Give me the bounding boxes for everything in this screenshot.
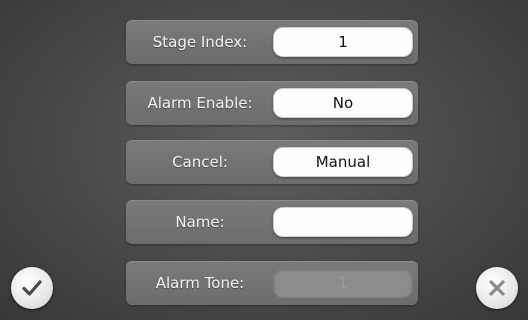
name-label: Name: xyxy=(175,213,225,231)
checkmark-icon xyxy=(22,280,42,296)
cancel-field[interactable]: Manual xyxy=(273,147,413,177)
stage-index-label: Stage Index: xyxy=(152,33,248,51)
alarm-tone-label: Alarm Tone: xyxy=(155,274,245,292)
close-button[interactable] xyxy=(476,267,518,309)
alarm-enable-row: Alarm Enable: No xyxy=(126,81,418,125)
close-icon xyxy=(489,280,505,296)
alarm-tone-field: 1 xyxy=(273,268,413,298)
stage-index-row: Stage Index: 1 xyxy=(126,20,418,64)
stage-index-field[interactable]: 1 xyxy=(273,27,413,57)
cancel-row: Cancel: Manual xyxy=(126,140,418,184)
alarm-enable-label: Alarm Enable: xyxy=(147,94,253,112)
alarm-enable-field[interactable]: No xyxy=(273,88,413,118)
name-row: Name: xyxy=(126,200,418,244)
alarm-tone-row: Alarm Tone: 1 xyxy=(126,261,418,305)
confirm-button[interactable] xyxy=(11,267,53,309)
cancel-label: Cancel: xyxy=(172,153,228,171)
name-field[interactable] xyxy=(273,207,413,237)
